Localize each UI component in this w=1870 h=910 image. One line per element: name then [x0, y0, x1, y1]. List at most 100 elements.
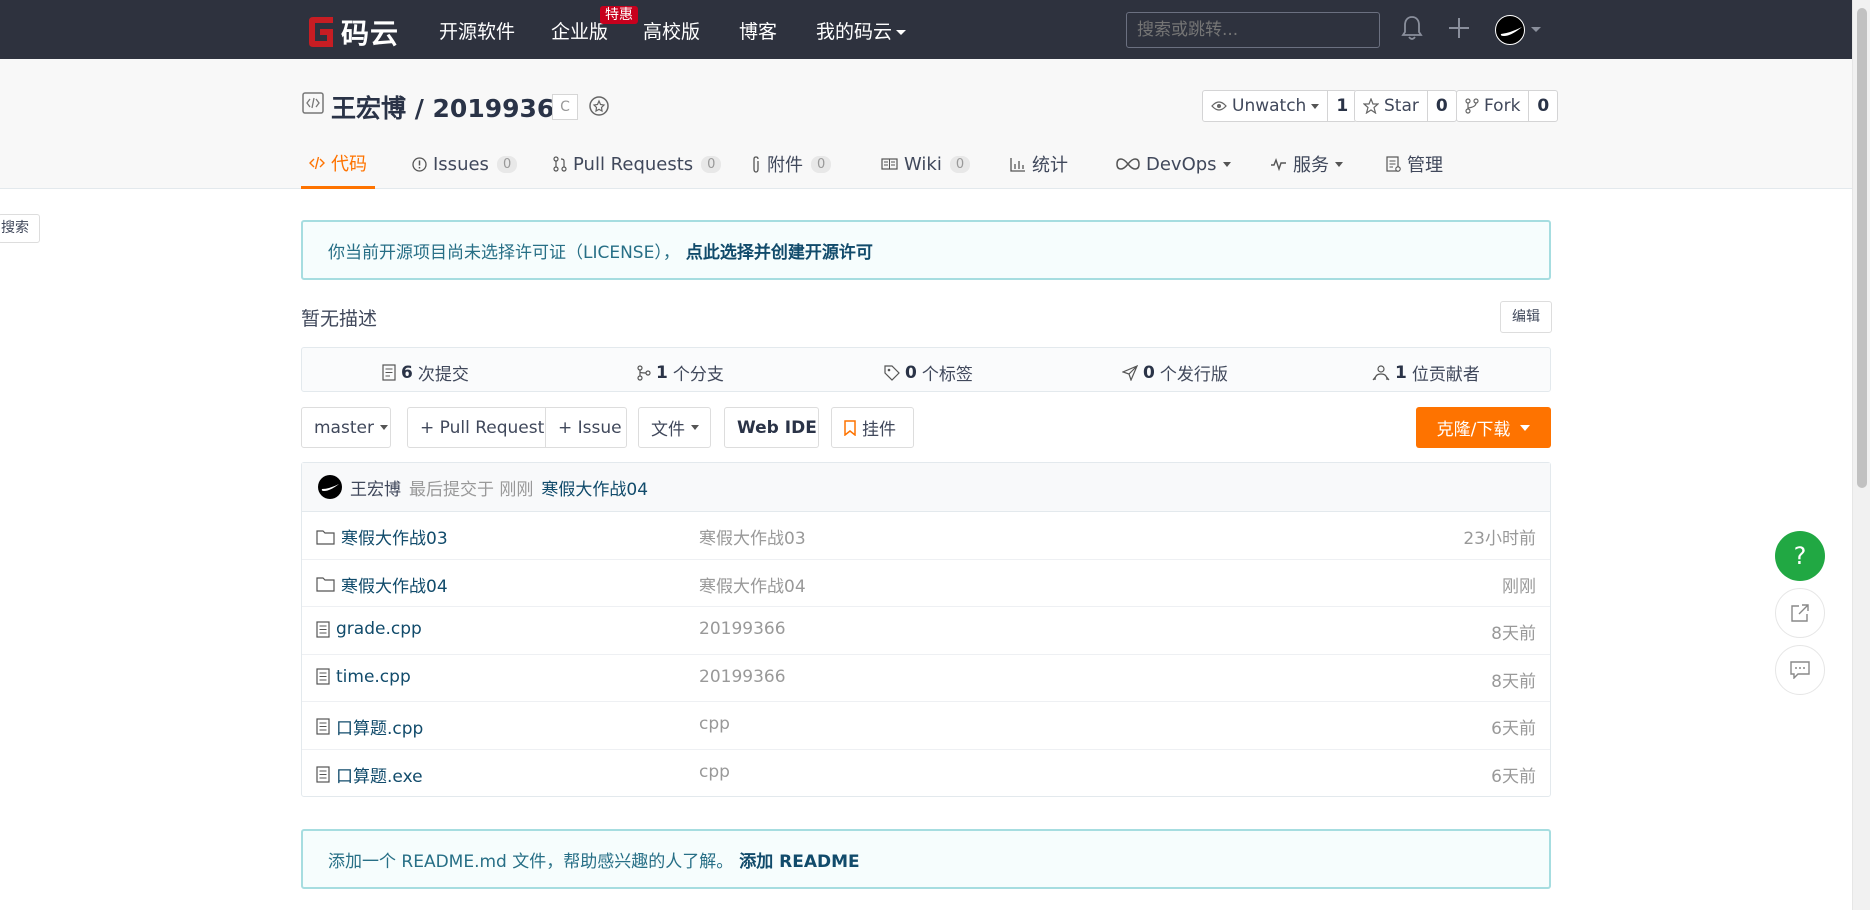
- file-name: grade.cpp: [336, 619, 422, 640]
- avatar-chevron-down-icon[interactable]: [1531, 27, 1541, 32]
- file-name-link[interactable]: 寒假大作战03: [316, 524, 448, 549]
- readme-alert-text: 添加一个 README.md 文件，帮助感兴趣的人了解。: [328, 851, 734, 872]
- file-commit-message[interactable]: 20199366: [699, 619, 786, 639]
- file-commit-message[interactable]: 寒假大作战04: [699, 572, 806, 597]
- plus-icon[interactable]: [1448, 17, 1470, 39]
- star-count[interactable]: 0: [1428, 91, 1456, 121]
- share-button[interactable]: [1775, 588, 1825, 638]
- file-name-link[interactable]: 口算题.exe: [316, 762, 423, 787]
- gitee-logo[interactable]: 码云: [305, 12, 399, 52]
- tab-label: 服务: [1293, 155, 1329, 176]
- repo-stats-bar: 6 次提交 1 个分支 0 个标签 0 个发行版 1 位贡献者: [301, 347, 1551, 392]
- tab-count: 0: [701, 155, 722, 173]
- license-alert-text: 你当前开源项目尚未选择许可证（LICENSE），: [328, 242, 680, 263]
- file-name: 寒假大作战04: [341, 576, 448, 597]
- file-row[interactable]: time.cpp 20199366 8天前: [302, 655, 1550, 703]
- nav-link-my-gitee[interactable]: 我的码云: [816, 17, 907, 44]
- clone-label: 克隆/下载: [1436, 420, 1511, 440]
- widget-button[interactable]: 挂件: [831, 407, 914, 448]
- chevron-down-icon: [896, 29, 907, 35]
- nav-link-open-source[interactable]: 开源软件: [439, 17, 515, 44]
- star-button[interactable]: Star: [1355, 91, 1428, 121]
- award-icon[interactable]: [586, 93, 612, 119]
- file-list: 王宏博 最后提交于 刚刚 寒假大作战04 寒假大作战03 寒假大作战03 23小…: [301, 462, 1551, 797]
- file-name-link[interactable]: 寒假大作战04: [316, 572, 448, 597]
- feedback-button[interactable]: [1775, 645, 1825, 695]
- file-commit-message[interactable]: cpp: [699, 762, 730, 782]
- widget-label: 挂件: [862, 420, 896, 440]
- file-commit-message[interactable]: 20199366: [699, 667, 786, 687]
- commit-time-text: 最后提交于 刚刚: [409, 479, 534, 500]
- new-pull-request-button[interactable]: + Pull Request: [407, 407, 546, 448]
- file-row[interactable]: 口算题.exe cpp 6天前: [302, 750, 1550, 798]
- file-row[interactable]: 寒假大作战03 寒假大作战03 23小时前: [302, 512, 1550, 560]
- commit-author[interactable]: 王宏博: [350, 475, 401, 500]
- book-icon: [881, 158, 898, 170]
- file-commit-message[interactable]: cpp: [699, 714, 730, 734]
- tab-label: 统计: [1032, 155, 1068, 176]
- file-name-link[interactable]: time.cpp: [316, 667, 411, 687]
- license-alert: 你当前开源项目尚未选择许可证（LICENSE）， 点此选择并创建开源许可: [301, 220, 1551, 280]
- tab-services[interactable]: 服务: [1270, 145, 1343, 189]
- tab-manage[interactable]: 管理: [1386, 145, 1443, 189]
- unwatch-button[interactable]: Unwatch: [1203, 91, 1329, 121]
- clone-download-button[interactable]: 克隆/下载: [1416, 407, 1551, 448]
- tab-label: DevOps: [1146, 153, 1217, 175]
- tab-count: 0: [811, 155, 832, 173]
- nav-link-education[interactable]: 高校版: [643, 17, 700, 44]
- scrollbar-thumb[interactable]: [1857, 8, 1867, 488]
- file-name-link[interactable]: grade.cpp: [316, 619, 422, 639]
- file-name: time.cpp: [336, 666, 411, 687]
- folder-icon: [316, 529, 335, 545]
- tab-code[interactable]: 代码: [301, 145, 375, 189]
- file-row[interactable]: 口算题.cpp cpp 6天前: [302, 702, 1550, 750]
- commit-message-link[interactable]: 寒假大作战04: [541, 475, 648, 500]
- stat-commits[interactable]: 6 次提交: [382, 360, 469, 385]
- branch-select[interactable]: master: [301, 407, 391, 448]
- star-icon: [1363, 98, 1379, 114]
- fork-button[interactable]: Fork: [1457, 91, 1530, 121]
- stat-releases[interactable]: 0 个发行版: [1122, 360, 1228, 385]
- tab-wiki[interactable]: Wiki 0: [881, 145, 971, 189]
- file-name: 口算题.exe: [336, 766, 423, 787]
- tab-issues[interactable]: Issues 0: [412, 145, 518, 189]
- web-ide-button[interactable]: Web IDE: [724, 407, 819, 448]
- file-row[interactable]: 寒假大作战04 寒假大作战04 刚刚: [302, 560, 1550, 608]
- watch-count[interactable]: 1: [1328, 91, 1356, 121]
- file-commit-message[interactable]: 寒假大作战03: [699, 524, 806, 549]
- help-button[interactable]: ?: [1775, 531, 1825, 581]
- fork-label: Fork: [1484, 96, 1521, 116]
- file-name: 口算题.cpp: [336, 719, 424, 740]
- add-readme-link[interactable]: 添加 README: [739, 847, 859, 872]
- file-row[interactable]: grade.cpp 20199366 8天前: [302, 607, 1550, 655]
- project-title[interactable]: 王宏博 / 20199366: [331, 89, 572, 125]
- create-license-link[interactable]: 点此选择并创建开源许可: [686, 238, 873, 263]
- stat-branches[interactable]: 1 个分支: [637, 360, 724, 385]
- tab-attachments[interactable]: 附件 0: [751, 145, 832, 189]
- bell-icon[interactable]: [1401, 15, 1423, 41]
- new-issue-button[interactable]: + Issue: [545, 407, 627, 448]
- nav-link-blog[interactable]: 博客: [739, 17, 777, 44]
- file-menu-button[interactable]: 文件: [638, 407, 711, 448]
- tab-statistics[interactable]: 统计: [1010, 145, 1068, 189]
- stat-number: 6: [401, 362, 413, 383]
- share-icon: [1791, 604, 1809, 622]
- user-avatar[interactable]: [1495, 15, 1525, 45]
- chevron-down-icon: [1311, 103, 1320, 109]
- stat-tags[interactable]: 0 个标签: [884, 360, 973, 385]
- search-input[interactable]: [1126, 12, 1380, 48]
- tab-label: 管理: [1407, 155, 1443, 176]
- commit-author-avatar[interactable]: [318, 475, 342, 499]
- page-scrollbar[interactable]: [1852, 0, 1870, 910]
- stat-label: 个发行版: [1159, 365, 1228, 385]
- file-name-link[interactable]: 口算题.cpp: [316, 714, 423, 739]
- stat-number: 1: [656, 362, 668, 383]
- side-search-button[interactable]: 搜索: [0, 214, 40, 243]
- edit-description-button[interactable]: 编辑: [1500, 301, 1552, 333]
- file-time: 8天前: [1491, 624, 1536, 645]
- stat-contributors[interactable]: 1 位贡献者: [1372, 360, 1480, 385]
- stat-label: 次提交: [417, 365, 469, 385]
- tab-devops[interactable]: DevOps: [1116, 145, 1231, 189]
- tab-pull-requests[interactable]: Pull Requests 0: [553, 145, 722, 189]
- fork-count[interactable]: 0: [1529, 91, 1557, 121]
